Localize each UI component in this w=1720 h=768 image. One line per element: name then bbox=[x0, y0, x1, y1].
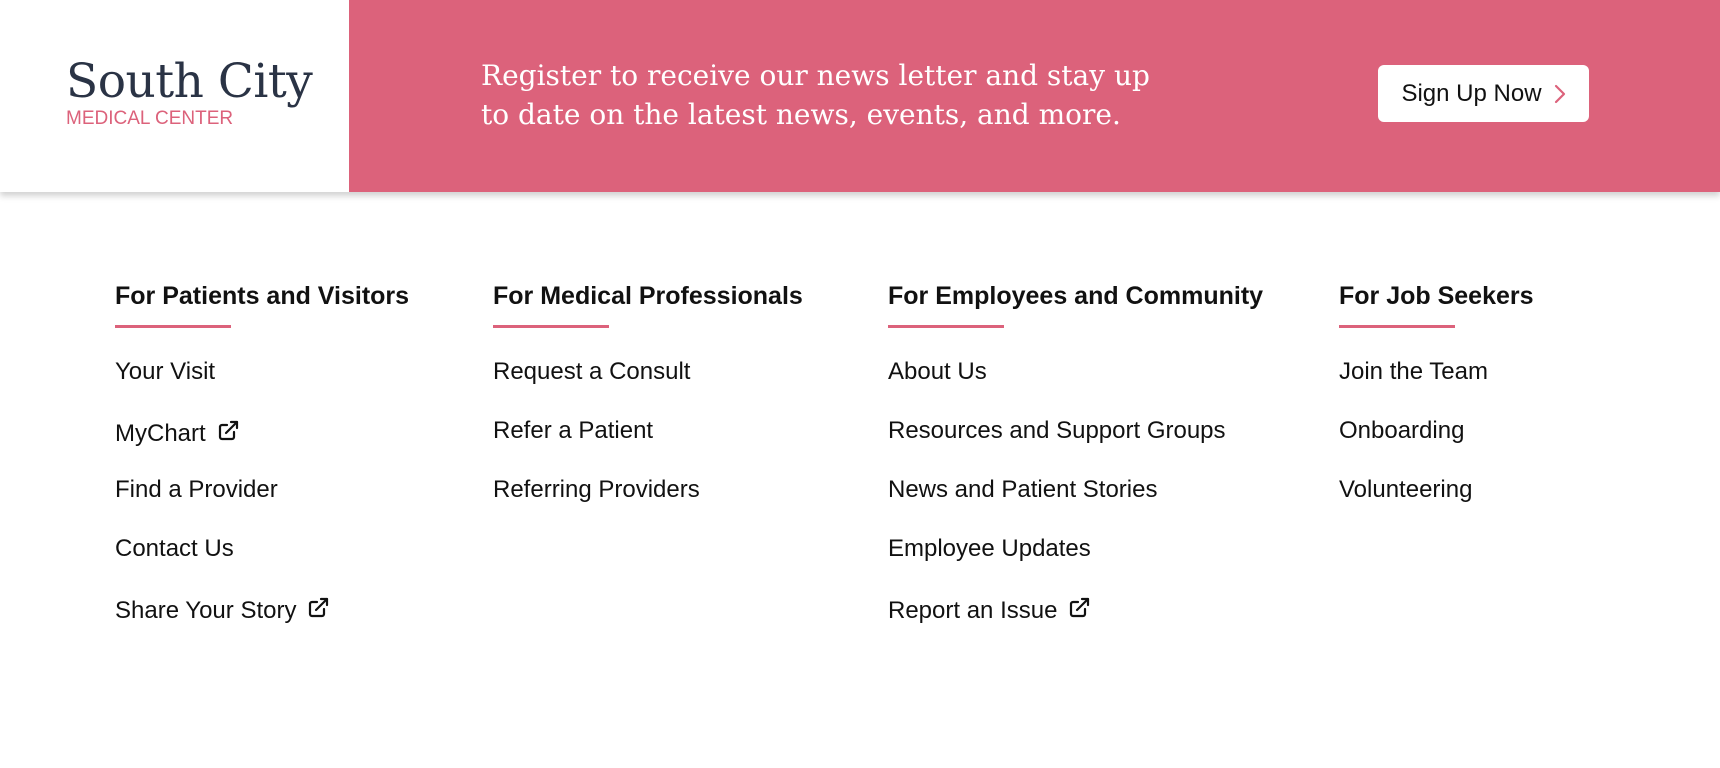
link-list: Your Visit MyChart Find a Provider Contact … bbox=[115, 360, 409, 655]
link-list: Join the Team Onboarding Volunteering bbox=[1339, 360, 1534, 537]
footer-link-resources-and-support-groups[interactable]: Resources and Support Groups bbox=[888, 419, 1226, 443]
heading-underline bbox=[115, 325, 231, 328]
footer-link-about-us[interactable]: About Us bbox=[888, 360, 987, 384]
list-item: MyChart bbox=[115, 419, 409, 478]
list-item: Onboarding bbox=[1339, 419, 1534, 478]
column-heading: For Medical Professionals bbox=[493, 282, 803, 310]
footer-link-report-an-issue[interactable]: Report an Issue bbox=[888, 596, 1091, 625]
footer-link-label: Volunteering bbox=[1339, 476, 1473, 503]
footer-link-join-the-team[interactable]: Join the Team bbox=[1339, 360, 1488, 384]
column-employees-community: For Employees and Community About Us Reso… bbox=[888, 284, 1263, 655]
list-item: Request a Consult bbox=[493, 360, 803, 419]
newsletter-banner: South City MEDICAL CENTER Register to re… bbox=[0, 0, 1720, 192]
footer-link-label: News and Patient Stories bbox=[888, 476, 1158, 503]
footer-link-your-visit[interactable]: Your Visit bbox=[115, 360, 215, 384]
column-heading: For Employees and Community bbox=[888, 282, 1264, 310]
list-item: Your Visit bbox=[115, 360, 409, 419]
footer-link-onboarding[interactable]: Onboarding bbox=[1339, 419, 1464, 443]
external-link-icon bbox=[216, 419, 240, 448]
footer-link-label: Share Your Story bbox=[115, 596, 297, 624]
footer-link-news-and-patient-stories[interactable]: News and Patient Stories bbox=[888, 478, 1157, 502]
footer-link-label: Report an Issue bbox=[888, 596, 1058, 624]
list-item: About Us bbox=[888, 360, 1263, 419]
heading-underline bbox=[493, 325, 609, 328]
promo-line-1: Register to receive our news letter and … bbox=[481, 59, 1150, 92]
footer-link-label: Join the Team bbox=[1339, 358, 1488, 385]
footer-link-label: Employee Updates bbox=[888, 535, 1091, 562]
list-item: Share Your Story bbox=[115, 596, 409, 655]
sign-up-button[interactable]: Sign Up Now bbox=[1378, 65, 1589, 122]
footer-link-label: MyChart bbox=[115, 419, 206, 447]
footer-link-find-a-provider[interactable]: Find a Provider bbox=[115, 478, 278, 502]
footer-link-label: Request a Consult bbox=[493, 358, 691, 385]
heading-underline bbox=[888, 325, 1004, 328]
list-item: News and Patient Stories bbox=[888, 478, 1263, 537]
column-patients-visitors: For Patients and Visitors Your Visit MyCh… bbox=[115, 284, 409, 655]
footer-link-refer-a-patient[interactable]: Refer a Patient bbox=[493, 419, 653, 443]
list-item: Resources and Support Groups bbox=[888, 419, 1263, 478]
promo-area: Register to receive our news letter and … bbox=[349, 0, 1720, 192]
footer-link-label: Refer a Patient bbox=[493, 417, 654, 444]
promo-text: Register to receive our news letter and … bbox=[481, 56, 1181, 134]
column-heading: For Job Seekers bbox=[1339, 282, 1534, 310]
link-list: Request a Consult Refer a Patient Referrin… bbox=[493, 360, 803, 537]
list-item: Join the Team bbox=[1339, 360, 1534, 419]
list-item: Volunteering bbox=[1339, 478, 1534, 537]
footer-link-label: Contact Us bbox=[115, 535, 234, 562]
column-heading: For Patients and Visitors bbox=[115, 282, 410, 310]
heading-underline bbox=[1339, 325, 1455, 328]
footer-link-label: Referring Providers bbox=[493, 476, 700, 503]
external-link-icon bbox=[1067, 596, 1091, 625]
footer-link-employee-updates[interactable]: Employee Updates bbox=[888, 537, 1091, 561]
footer-link-label: Your Visit bbox=[115, 358, 216, 385]
footer-link-referring-providers[interactable]: Referring Providers bbox=[493, 478, 700, 502]
footer-link-label: Resources and Support Groups bbox=[888, 417, 1226, 444]
list-item: Employee Updates bbox=[888, 537, 1263, 596]
footer-nav: For Patients and Visitors Your Visit MyCh… bbox=[0, 192, 1720, 768]
column-medical-professionals: For Medical Professionals Request a Cons… bbox=[493, 284, 803, 537]
footer-link-label: Find a Provider bbox=[115, 476, 278, 503]
footer-link-volunteering[interactable]: Volunteering bbox=[1339, 478, 1472, 502]
list-item: Refer a Patient bbox=[493, 419, 803, 478]
sign-up-button-label: Sign Up Now bbox=[1401, 79, 1542, 107]
external-link-icon bbox=[306, 596, 330, 625]
logo-subtitle: MEDICAL CENTER bbox=[66, 108, 234, 129]
footer-link-request-a-consult[interactable]: Request a Consult bbox=[493, 360, 690, 384]
footer-link-mychart[interactable]: MyChart bbox=[115, 419, 240, 448]
link-list: About Us Resources and Support Groups News… bbox=[888, 360, 1263, 655]
list-item: Contact Us bbox=[115, 537, 409, 596]
footer-link-label: About Us bbox=[888, 358, 987, 385]
column-job-seekers: For Job Seekers Join the Team Onboarding V… bbox=[1339, 284, 1534, 537]
logo[interactable]: South City MEDICAL CENTER bbox=[0, 0, 349, 192]
footer-link-label: Onboarding bbox=[1339, 417, 1465, 444]
list-item: Report an Issue bbox=[888, 596, 1263, 655]
list-item: Referring Providers bbox=[493, 478, 803, 537]
footer-link-contact-us[interactable]: Contact Us bbox=[115, 537, 234, 561]
list-item: Find a Provider bbox=[115, 478, 409, 537]
promo-line-2: to date on the latest news, events, and … bbox=[481, 98, 1121, 131]
footer-link-share-your-story[interactable]: Share Your Story bbox=[115, 596, 330, 625]
logo-title: South City bbox=[66, 54, 313, 109]
chevron-right-icon bbox=[1554, 84, 1566, 104]
